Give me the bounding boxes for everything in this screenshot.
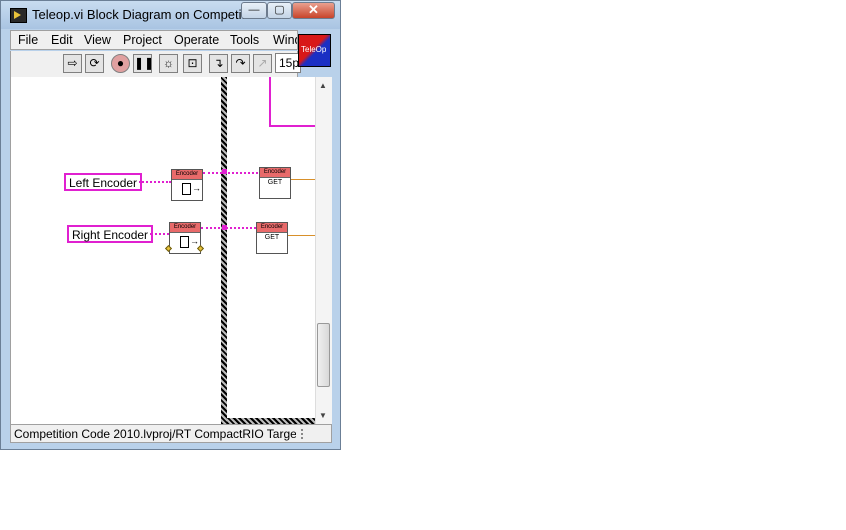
menu-file[interactable]: File xyxy=(18,33,38,47)
menu-project[interactable]: Project xyxy=(123,33,162,47)
scroll-thumb[interactable] xyxy=(317,323,330,387)
vi-icon-label: TeleOp xyxy=(301,45,327,54)
arrow-icon: → xyxy=(192,183,201,193)
document-icon xyxy=(182,183,191,195)
tunnel-terminal xyxy=(222,225,227,230)
labview-window: Teleop.vi Block Diagram on Competi... — … xyxy=(0,0,341,450)
encoder-property-node-right[interactable]: Encoder → xyxy=(169,222,201,254)
minimize-button[interactable]: — xyxy=(241,2,267,19)
retain-wire-values-icon[interactable]: ⊡ xyxy=(183,54,202,73)
title-bar[interactable]: Teleop.vi Block Diagram on Competi... — … xyxy=(1,1,340,29)
menu-window[interactable]: Windo xyxy=(273,33,297,47)
pause-icon[interactable]: ❚❚ xyxy=(133,54,154,73)
numeric-wire xyxy=(288,235,316,236)
step-over-icon[interactable]: ↷ xyxy=(231,54,250,73)
tunnel-terminal xyxy=(222,169,227,174)
node-header: Encoder xyxy=(260,168,290,178)
left-encoder-control[interactable]: Left Encoder xyxy=(64,173,143,191)
menu-view[interactable]: View xyxy=(84,33,111,47)
menu-edit[interactable]: Edit xyxy=(51,33,73,47)
left-encoder-wire-in xyxy=(139,181,171,183)
menu-bar: File Edit View Project Operate Tools Win… xyxy=(10,30,298,50)
numeric-wire xyxy=(291,179,316,180)
vertical-scrollbar[interactable]: ▲ ▼ xyxy=(315,77,332,424)
node-header: Encoder xyxy=(257,223,287,233)
resize-grip-icon[interactable] xyxy=(301,429,311,439)
encoder-get-node-left[interactable]: Encoder GET xyxy=(259,167,291,199)
refnum-wire-vertical xyxy=(269,77,271,127)
encoder-get-node-right[interactable]: Encoder GET xyxy=(256,222,288,254)
left-encoder-wire-out xyxy=(203,172,258,174)
right-encoder-wire-out xyxy=(201,227,256,229)
menu-tools[interactable]: Tools xyxy=(230,33,259,47)
step-out-icon[interactable]: ↗ xyxy=(253,54,272,73)
refnum-wire-horizontal xyxy=(269,125,316,127)
right-encoder-wire-in xyxy=(150,233,169,235)
node-body: GET xyxy=(264,234,280,241)
node-header: Encoder xyxy=(172,170,202,180)
menu-operate[interactable]: Operate xyxy=(174,33,219,47)
toolbar: ⇨ ⟳ ● ❚❚ ☼ ⊡ ↴ ↷ ↗ 15pt xyxy=(10,51,301,77)
labview-app-icon xyxy=(10,8,27,23)
scroll-up-icon[interactable]: ▲ xyxy=(319,81,327,90)
run-arrow-icon[interactable]: ⇨ xyxy=(63,54,82,73)
structure-frame-left-edge xyxy=(221,77,227,424)
right-encoder-control[interactable]: Right Encoder xyxy=(67,225,154,243)
encoder-property-node-left[interactable]: Encoder → xyxy=(171,169,203,201)
highlight-execution-icon[interactable]: ☼ xyxy=(159,54,178,73)
node-body: GET xyxy=(267,179,283,186)
block-diagram-canvas[interactable]: Left Encoder Encoder → Encoder GET Right… xyxy=(10,77,316,424)
arrow-icon: → xyxy=(190,236,199,246)
document-icon xyxy=(180,236,189,248)
node-header: Encoder xyxy=(170,223,200,233)
step-into-icon[interactable]: ↴ xyxy=(209,54,228,73)
window-title: Teleop.vi Block Diagram on Competi... xyxy=(32,7,253,22)
maximize-button[interactable]: ▢ xyxy=(267,2,292,19)
scroll-down-icon[interactable]: ▼ xyxy=(319,411,327,420)
vi-icon[interactable]: TeleOp xyxy=(298,34,331,67)
project-path: Competition Code 2010.lvproj/RT CompactR… xyxy=(14,427,296,441)
run-continuously-icon[interactable]: ⟳ xyxy=(85,54,104,73)
status-bar: Competition Code 2010.lvproj/RT CompactR… xyxy=(10,424,332,443)
close-button[interactable]: ✕ xyxy=(292,2,335,19)
abort-icon[interactable]: ● xyxy=(111,54,130,73)
